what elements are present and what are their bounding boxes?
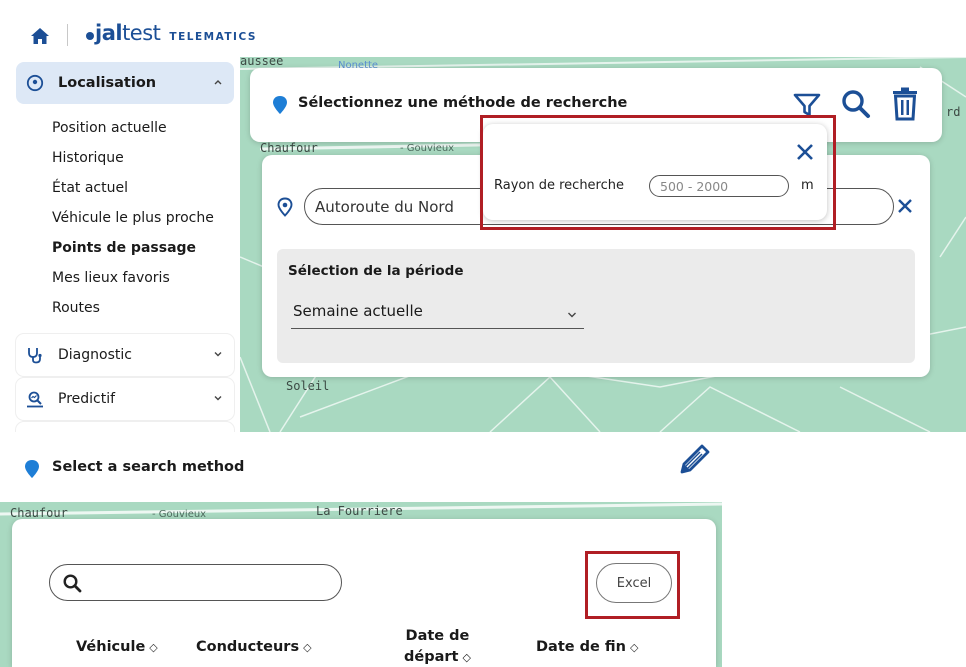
- logo-telematics: TELEMATICS: [169, 31, 257, 43]
- sort-icon: ◇: [462, 651, 471, 664]
- jaltest-logo[interactable]: jal test TELEMATICS: [86, 21, 257, 45]
- radius-popup-highlight: [480, 115, 836, 230]
- sort-icon: ◇: [149, 641, 158, 654]
- chevron-down-icon: [214, 396, 222, 401]
- nav-group-label: Diagnostic: [58, 347, 132, 363]
- sort-icon: ◇: [629, 641, 639, 654]
- logo-dot: [86, 32, 94, 40]
- top-bar: jal test TELEMATICS: [0, 0, 966, 60]
- column-header-conducteurs[interactable]: Conducteurs ◇: [196, 639, 312, 655]
- logo-test: test: [122, 21, 161, 45]
- predictive-analytics-icon: [27, 391, 43, 408]
- nav-group-diagnostic[interactable]: Diagnostic: [16, 334, 234, 376]
- sidebar: Localisation Position actuelle Historiqu…: [0, 60, 240, 442]
- column-header-date-depart[interactable]: Date de départ ◇: [404, 626, 471, 667]
- nav-group-label: Predictif: [58, 391, 116, 407]
- column-header-label: Date de: [405, 628, 470, 644]
- trash-icon[interactable]: [890, 86, 920, 122]
- chevron-down-icon: [214, 352, 222, 357]
- column-header-label: Véhicule: [76, 639, 146, 655]
- sidebar-item-mes-lieux-favoris[interactable]: Mes lieux favoris: [52, 270, 170, 286]
- nav-group-label: Localisation: [58, 75, 157, 91]
- location-pin-icon: [277, 197, 293, 217]
- period-title: Sélection de la période: [288, 263, 464, 279]
- location-input-value: Autoroute du Nord: [315, 197, 454, 216]
- sort-icon: ◇: [303, 641, 312, 654]
- map-label-aussee: aussee: [240, 57, 284, 68]
- sidebar-item-vehicule-proche[interactable]: Véhicule le plus proche: [52, 210, 214, 226]
- search-icon[interactable]: [840, 88, 872, 120]
- column-header-label: Date de fin: [536, 639, 626, 655]
- nav-group-predictif[interactable]: Predictif: [16, 378, 234, 420]
- column-header-date-fin[interactable]: Date de fin ◇: [536, 639, 638, 655]
- table-search-input[interactable]: [49, 564, 342, 601]
- period-selected-value: Semaine actuelle: [293, 302, 423, 320]
- chevron-up-icon: [214, 80, 222, 85]
- map-pin-icon: [273, 96, 287, 114]
- map-label-chaufour: Chaufour: [260, 141, 318, 155]
- stethoscope-icon: [28, 348, 42, 364]
- home-icon[interactable]: [30, 26, 50, 46]
- results-table-card: Excel Véhicule ◇ Conducteurs ◇ Date de dép…: [12, 519, 716, 667]
- search-icon: [63, 574, 82, 593]
- column-header-label: Conducteurs: [196, 639, 300, 655]
- sidebar-item-points-de-passage[interactable]: Points de passage: [52, 240, 196, 256]
- pencil-icon[interactable]: [676, 442, 712, 478]
- location-pin-icon: [26, 74, 44, 92]
- bottom-search-method-title: Select a search method: [52, 459, 245, 475]
- clear-location-icon[interactable]: [896, 197, 914, 215]
- sidebar-item-historique[interactable]: Historique: [52, 150, 124, 166]
- period-section: Sélection de la période Semaine actuelle: [277, 249, 915, 363]
- chevron-down-icon: [568, 312, 576, 318]
- map-label-gouvieux: - Gouvieux: [400, 143, 455, 154]
- map-label-rd: rd: [946, 105, 961, 119]
- search-method-title: Sélectionnez une méthode de recherche: [298, 95, 628, 111]
- sidebar-item-routes[interactable]: Routes: [52, 300, 100, 316]
- nav-group-localisation[interactable]: Localisation: [16, 62, 234, 104]
- excel-button-highlight: [585, 551, 680, 619]
- sidebar-item-etat-actuel[interactable]: État actuel: [52, 180, 128, 196]
- map-pin-icon: [25, 460, 39, 478]
- screenshot-root: jal test TELEMATICS Localisation Positio…: [0, 0, 966, 667]
- logo-jal: jal: [95, 21, 123, 45]
- period-select[interactable]: Semaine actuelle: [291, 299, 584, 329]
- map-label-soleil: Soleil: [286, 379, 330, 393]
- column-header-label-line2: départ: [404, 649, 459, 665]
- column-header-vehicule[interactable]: Véhicule ◇: [76, 639, 158, 655]
- map-label-la-fourriere: La Fourriere: [316, 504, 403, 518]
- bottom-search-method-bar: Select a search method: [0, 432, 722, 502]
- topbar-separator: [67, 24, 68, 46]
- map-label-chaufour: Chaufour: [10, 506, 68, 520]
- sidebar-item-position-actuelle[interactable]: Position actuelle: [52, 120, 167, 136]
